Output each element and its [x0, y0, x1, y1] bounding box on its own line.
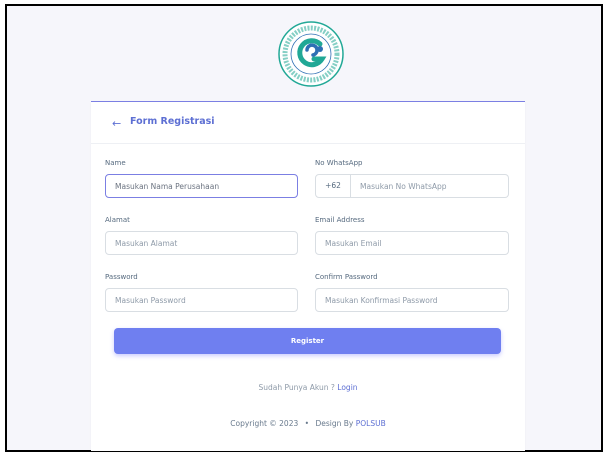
password-input[interactable] — [105, 288, 298, 312]
logo — [278, 21, 344, 87]
alamat-input[interactable] — [105, 231, 298, 255]
whatsapp-label: No WhatsApp — [315, 159, 363, 167]
login-link[interactable]: Login — [337, 383, 357, 392]
bullet-separator: • — [304, 419, 310, 428]
confirm-password-label: Confirm Password — [315, 273, 378, 281]
design-by-text: Design By — [315, 419, 354, 428]
registration-card: ← Form Registrasi Name No WhatsApp +62 A… — [91, 101, 525, 451]
browser-frame: ← Form Registrasi Name No WhatsApp +62 A… — [5, 4, 603, 452]
country-code-prefix: +62 — [315, 174, 351, 198]
name-input[interactable] — [105, 174, 298, 198]
password-label: Password — [105, 273, 138, 281]
register-button[interactable]: Register — [114, 328, 501, 354]
designer-link[interactable]: POLSUB — [356, 419, 386, 428]
confirm-password-input[interactable] — [315, 288, 509, 312]
card-header: ← Form Registrasi — [91, 102, 525, 144]
arrow-left-icon[interactable]: ← — [112, 117, 121, 130]
form-title: Form Registrasi — [130, 116, 215, 127]
name-label: Name — [105, 159, 126, 167]
copyright: Copyright © 2023 • Design By POLSUB — [91, 419, 525, 428]
email-input[interactable] — [315, 231, 509, 255]
whatsapp-input[interactable] — [351, 174, 509, 198]
login-prompt: Sudah Punya Akun ? Login — [91, 383, 525, 392]
email-label: Email Address — [315, 216, 365, 224]
copyright-text: Copyright © 2023 — [230, 419, 299, 428]
login-prompt-text: Sudah Punya Akun ? — [258, 383, 335, 392]
alamat-label: Alamat — [105, 216, 130, 224]
